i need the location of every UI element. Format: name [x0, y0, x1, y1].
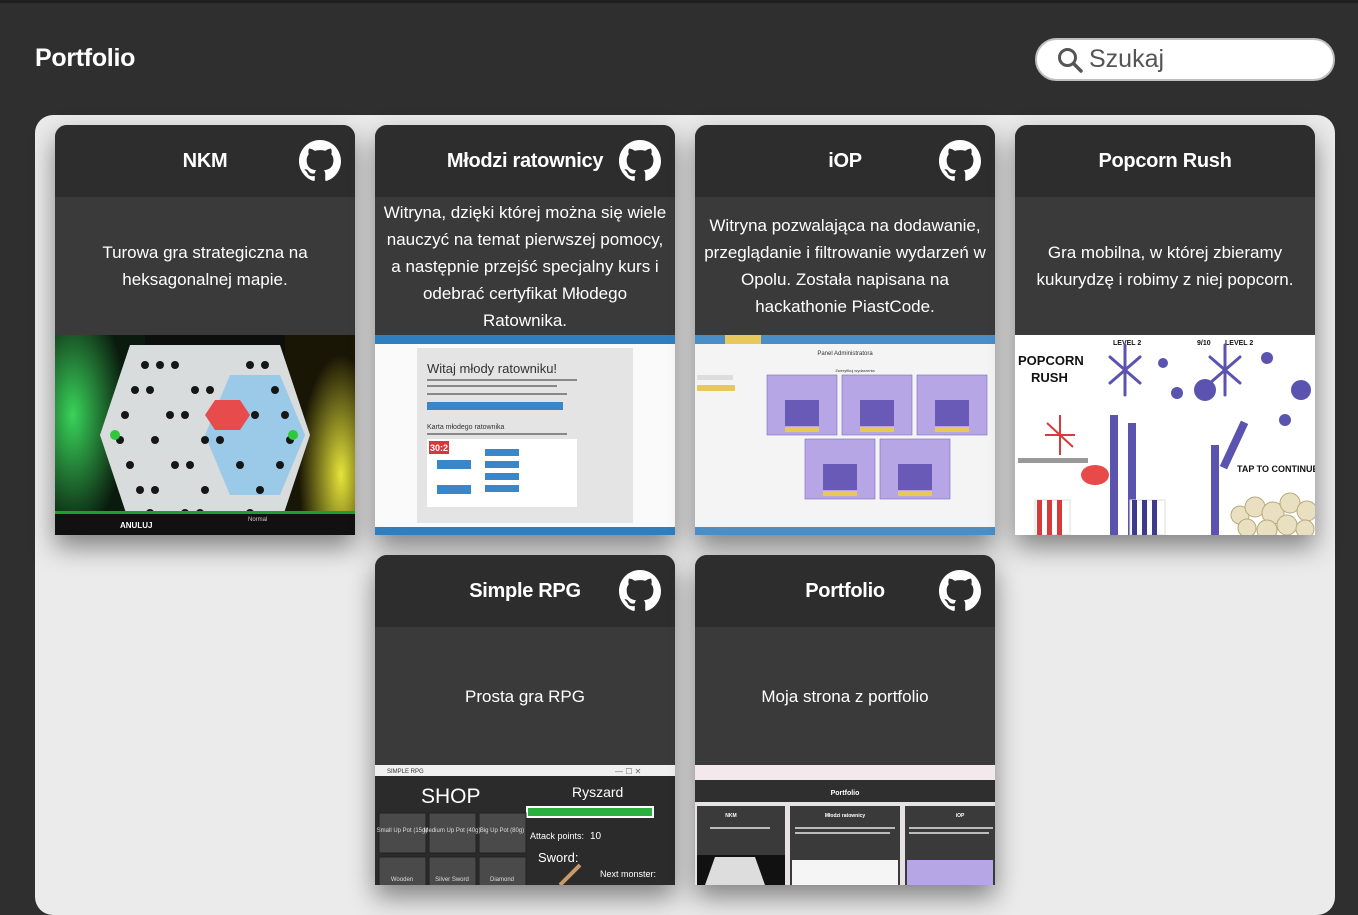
screenshot-shop: SHOP: [421, 785, 481, 808]
card-description: Gra mobilna, w której zbieramy kukurydzę…: [1036, 243, 1294, 289]
screenshot-level-right: LEVEL 2: [1225, 340, 1253, 347]
mini-card-title: NKM: [725, 813, 736, 819]
project-card-popcorn-rush[interactable]: Popcorn Rush Gra mobilna, w której zbier…: [1015, 125, 1315, 535]
screenshot-sword-label: Sword:: [538, 850, 578, 865]
card-title: NKM: [182, 149, 228, 172]
card-description: Moja strona z portfolio: [761, 686, 929, 706]
project-card-iop[interactable]: iOP Witryna pozwalająca na dodawanie, pr…: [695, 125, 995, 535]
screenshot-counter: 9/10: [1197, 340, 1211, 347]
project-card-nkm[interactable]: NKM Turowa gra strategiczna na heksagona…: [55, 125, 355, 535]
screenshot-heading: Portfolio: [831, 790, 860, 797]
card-header: Portfolio: [695, 555, 995, 627]
search-box[interactable]: [1035, 38, 1335, 81]
card-title: iOP: [828, 149, 862, 172]
screenshot-cancel-label: ANULUJ: [120, 521, 152, 530]
screenshot-logo-1: POPCORN: [1018, 353, 1084, 368]
search-input[interactable]: [1089, 45, 1319, 74]
card-description: Witryna pozwalająca na dodawanie, przegl…: [704, 216, 986, 316]
screenshot-next-monster: Next monster:: [600, 869, 656, 879]
screenshot-level-left: LEVEL 2: [1113, 340, 1141, 347]
shop-item: Silver Sword: [435, 877, 469, 883]
github-icon[interactable]: [939, 140, 981, 182]
shop-item: Big Up Pot (80g): [480, 828, 524, 834]
top-border: [0, 0, 1358, 3]
screenshot-player: Ryszard: [572, 784, 623, 800]
screenshot-cta: TAP TO CONTINUE: [1237, 464, 1315, 474]
project-card-portfolio[interactable]: Portfolio Moja strona z portfolio Portfo…: [695, 555, 995, 885]
screenshot-attack-label: Attack points:: [530, 831, 584, 841]
card-title: Simple RPG: [469, 579, 581, 602]
card-header: NKM: [55, 125, 355, 197]
search-icon: [1058, 47, 1083, 73]
mini-card-title: Młodzi ratownicy: [825, 813, 866, 819]
screenshot-window-title: SIMPLE RPG: [387, 769, 424, 775]
shop-item: Wooden: [391, 877, 413, 883]
screenshot-heading: Witaj młody ratowniku!: [427, 361, 557, 376]
project-card-mlodzi-ratownicy[interactable]: Młodzi ratownicy Witryna, dzięki której …: [375, 125, 675, 535]
shop-item: Diamond: [490, 877, 514, 883]
card-screenshot: ANULUJ Normal: [55, 335, 355, 535]
shop-item: Small Up Pot (15g): [377, 828, 428, 834]
screenshot-subheading: Karta młodego ratownika: [427, 424, 505, 431]
card-description: Witryna, dzięki której można się wiele n…: [383, 202, 667, 330]
card-title: Popcorn Rush: [1098, 149, 1232, 172]
github-icon[interactable]: [299, 140, 341, 182]
screenshot-logo-2: RUSH: [1031, 370, 1068, 385]
shop-item: Medium Up Pot (40g): [423, 828, 480, 834]
screenshot-attack-value: 10: [590, 831, 602, 842]
card-header: iOP: [695, 125, 995, 197]
card-description: Prosta gra RPG: [465, 686, 585, 706]
mini-card-title: iOP: [956, 813, 965, 819]
card-screenshot: POPCORN RUSH LEVEL 2 9/10 LEVEL 2 TAP TO…: [1015, 335, 1315, 535]
svg-text:— ☐ ✕: — ☐ ✕: [615, 767, 641, 776]
page-title: Portfolio: [35, 44, 136, 72]
card-title: Portfolio: [805, 579, 885, 602]
github-icon[interactable]: [939, 570, 981, 612]
card-screenshot: Portfolio NKM Młodzi ratownicy iOP: [695, 765, 995, 885]
screenshot-mode-label: Normal: [248, 517, 267, 523]
card-header: Simple RPG: [375, 555, 675, 627]
screenshot-subheading: Zweryfikuj wydarzenia: [835, 368, 875, 373]
card-title: Młodzi ratownicy: [446, 149, 604, 172]
github-icon[interactable]: [619, 570, 661, 612]
screenshot-badge: 30:2: [430, 443, 448, 453]
card-screenshot: Panel Administratora Zweryfikuj wydarzen…: [695, 335, 995, 535]
card-screenshot: SIMPLE RPG — ☐ ✕ SHOP Ryszard Attack poi…: [375, 765, 675, 885]
screenshot-heading: Panel Administratora: [817, 351, 873, 357]
card-description: Turowa gra strategiczna na heksagonalnej…: [102, 243, 308, 289]
github-icon[interactable]: [619, 140, 661, 182]
project-card-simple-rpg[interactable]: Simple RPG Prosta gra RPG SIMPLE RPG — ☐…: [375, 555, 675, 885]
card-header: Popcorn Rush: [1015, 125, 1315, 197]
card-header: Młodzi ratownicy: [375, 125, 675, 197]
card-screenshot: Witaj młody ratowniku! Karta młodego rat…: [375, 335, 675, 535]
